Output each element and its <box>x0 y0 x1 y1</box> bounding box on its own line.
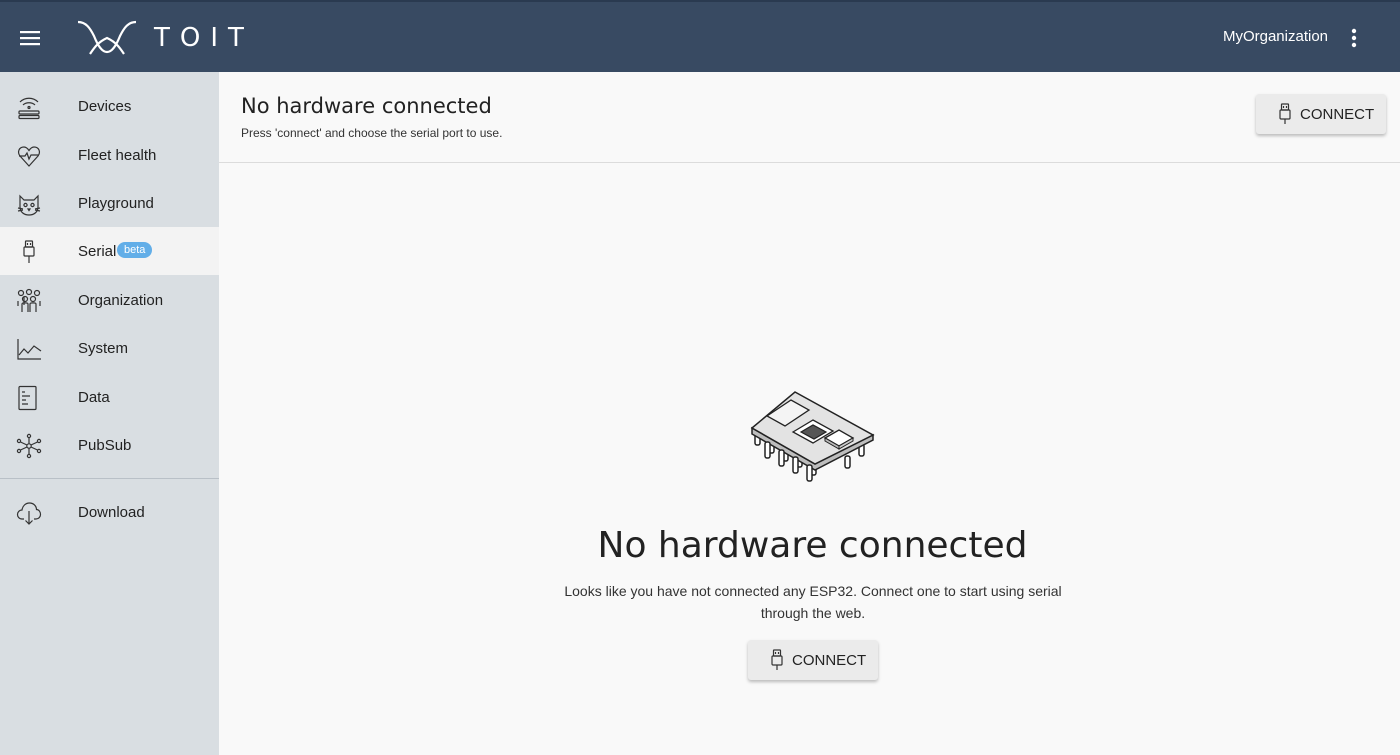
sidebar-divider <box>0 478 219 479</box>
sidebar-item-label: Serial <box>78 242 117 260</box>
page-title: No hardware connected <box>241 94 492 118</box>
usb-icon <box>771 649 783 670</box>
cat-icon <box>17 194 41 216</box>
sidebar-item-serial[interactable]: Serial beta <box>0 227 219 275</box>
top-bar: TOIT MyOrganization <box>0 0 1400 72</box>
connect-button-label: CONNECT <box>1300 105 1375 123</box>
usb-icon <box>1279 103 1291 124</box>
empty-state-title: No hardware connected <box>597 525 1028 566</box>
sidebar-item-system[interactable]: System <box>0 324 219 372</box>
sidebar-item-label: Playground <box>78 194 154 212</box>
header-divider <box>219 162 1400 163</box>
sidebar-item-label: System <box>78 339 129 357</box>
microcontroller-icon <box>750 391 875 482</box>
toit-logo-mark-icon <box>77 20 137 55</box>
organization-name[interactable]: MyOrganization <box>1223 28 1328 45</box>
people-icon <box>17 288 41 312</box>
sidebar-item-label: PubSub <box>78 436 132 454</box>
devices-icon <box>18 97 40 120</box>
beta-badge: beta <box>117 242 153 258</box>
sidebar-item-playground[interactable]: Playground <box>0 179 219 227</box>
cloud-download-icon <box>16 502 42 525</box>
toit-logo[interactable]: TOIT <box>76 16 254 60</box>
sidebar-item-label: Data <box>78 388 110 406</box>
logo-text: TOIT <box>154 23 254 53</box>
sidebar-item-download[interactable]: Download <box>0 488 219 536</box>
sidebar-item-fleet-health[interactable]: Fleet health <box>0 131 219 179</box>
sidebar-item-label: Fleet health <box>78 146 157 164</box>
empty-state-description: Looks like you have not connected any ES… <box>564 583 1062 621</box>
sidebar-item-organization[interactable]: Organization <box>0 276 219 324</box>
sidebar-item-label: Organization <box>78 291 164 309</box>
sidebar-item-label: Devices <box>78 97 132 115</box>
page-subtitle: Press 'connect' and choose the serial po… <box>241 126 503 140</box>
sidebar-item-data[interactable]: Data <box>0 373 219 421</box>
main-content: No hardware connected Press 'connect' an… <box>219 72 1400 755</box>
document-icon <box>18 385 37 411</box>
hamburger-menu-icon[interactable] <box>18 26 42 50</box>
chart-icon <box>17 339 42 360</box>
network-icon <box>16 433 42 459</box>
sidebar-item-devices[interactable]: Devices <box>0 82 219 130</box>
connect-button[interactable]: CONNECT <box>1256 94 1386 134</box>
heart-icon <box>18 146 40 167</box>
usb-icon <box>23 240 35 263</box>
sidebar-item-label: Download <box>78 503 145 521</box>
empty-state-connect-button[interactable]: CONNECT <box>748 640 878 680</box>
sidebar-item-pubsub[interactable]: PubSub <box>0 421 219 469</box>
connect-button-label: CONNECT <box>792 651 867 669</box>
more-vertical-icon[interactable] <box>1344 26 1364 50</box>
sidebar: Devices Fleet health Playground Serial b… <box>0 72 219 755</box>
